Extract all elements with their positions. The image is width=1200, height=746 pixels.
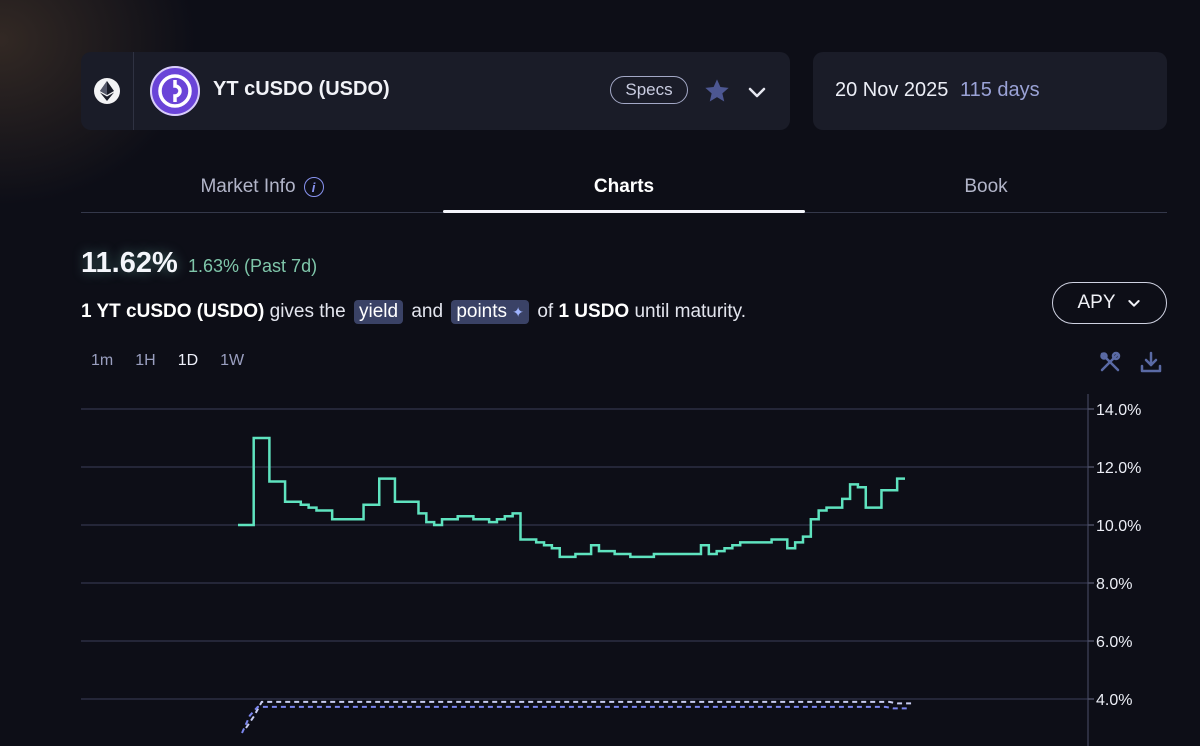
desc-text-gives: gives the xyxy=(269,301,346,322)
y-tick-label: 4.0% xyxy=(1096,692,1132,709)
market-name: YT cUSDO (USDO) xyxy=(213,78,390,100)
tab-book-label: Book xyxy=(964,176,1008,197)
tab-market-info[interactable]: Market Info i xyxy=(81,168,443,212)
interval-1m[interactable]: 1m xyxy=(91,352,113,370)
underlying-amount: 1 USDO xyxy=(558,301,630,322)
interval-1w[interactable]: 1W xyxy=(220,352,244,370)
market-selector-card[interactable]: YT cUSDO (USDO) Specs xyxy=(81,52,790,130)
metric-selector-label: APY xyxy=(1077,292,1116,313)
interval-1d[interactable]: 1D xyxy=(178,352,198,370)
active-tab-indicator xyxy=(443,210,805,213)
current-apy: 11.62% xyxy=(81,247,178,279)
tab-bar: Market Info i Charts Book xyxy=(81,168,1167,213)
yield-description: 1 YT cUSDO (USDO) gives the yield and po… xyxy=(81,300,746,324)
tab-charts[interactable]: Charts xyxy=(443,168,805,212)
y-tick-label: 12.0% xyxy=(1096,460,1141,477)
tab-market-info-label: Market Info xyxy=(200,176,296,197)
ethereum-icon xyxy=(94,78,120,104)
interval-selector: 1m 1H 1D 1W xyxy=(91,352,244,370)
tab-book[interactable]: Book xyxy=(805,168,1167,212)
download-icon[interactable] xyxy=(1139,350,1163,374)
y-tick-label: 6.0% xyxy=(1096,634,1132,651)
cusdo-logo-icon xyxy=(150,66,200,116)
desc-text-suffix: until maturity. xyxy=(634,301,747,322)
points-badge[interactable]: points ✦ xyxy=(451,300,530,324)
y-tick-label: 14.0% xyxy=(1096,402,1141,419)
apy-series-line xyxy=(238,436,905,559)
interval-1h[interactable]: 1H xyxy=(135,352,155,370)
reference-series-line xyxy=(245,700,913,729)
star-icon[interactable] xyxy=(703,77,731,105)
desc-text-of: of xyxy=(537,301,554,322)
maturity-info: 20 Nov 2025 115 days xyxy=(835,79,1040,102)
tools-icon[interactable] xyxy=(1098,350,1122,374)
desc-text-and: and xyxy=(411,301,444,322)
apy-change: 1.63% (Past 7d) xyxy=(188,256,318,276)
days-remaining: 115 days xyxy=(959,79,1040,101)
tab-charts-label: Charts xyxy=(593,176,655,197)
reference-series-line xyxy=(241,705,909,734)
yt-amount: 1 YT cUSDO (USDO) xyxy=(81,301,265,322)
chain-selector[interactable] xyxy=(81,52,134,130)
info-icon[interactable]: i xyxy=(303,177,324,197)
apy-chart[interactable]: 14.0% 12.0% 10.0% 8.0% 6.0% 4.0% xyxy=(0,380,1200,746)
maturity-card: 20 Nov 2025 115 days xyxy=(813,52,1167,130)
points-label: points xyxy=(456,301,508,322)
metric-selector[interactable]: APY xyxy=(1052,282,1167,324)
specs-button[interactable]: Specs xyxy=(610,76,688,104)
y-tick-label: 10.0% xyxy=(1096,518,1141,535)
chevron-down-icon xyxy=(1127,300,1140,307)
yield-badge[interactable]: yield xyxy=(353,300,404,324)
sparkle-icon: ✦ xyxy=(512,304,525,320)
y-tick-label: 8.0% xyxy=(1096,576,1132,593)
chevron-down-icon[interactable] xyxy=(745,80,769,104)
maturity-date: 20 Nov 2025 xyxy=(835,79,949,101)
